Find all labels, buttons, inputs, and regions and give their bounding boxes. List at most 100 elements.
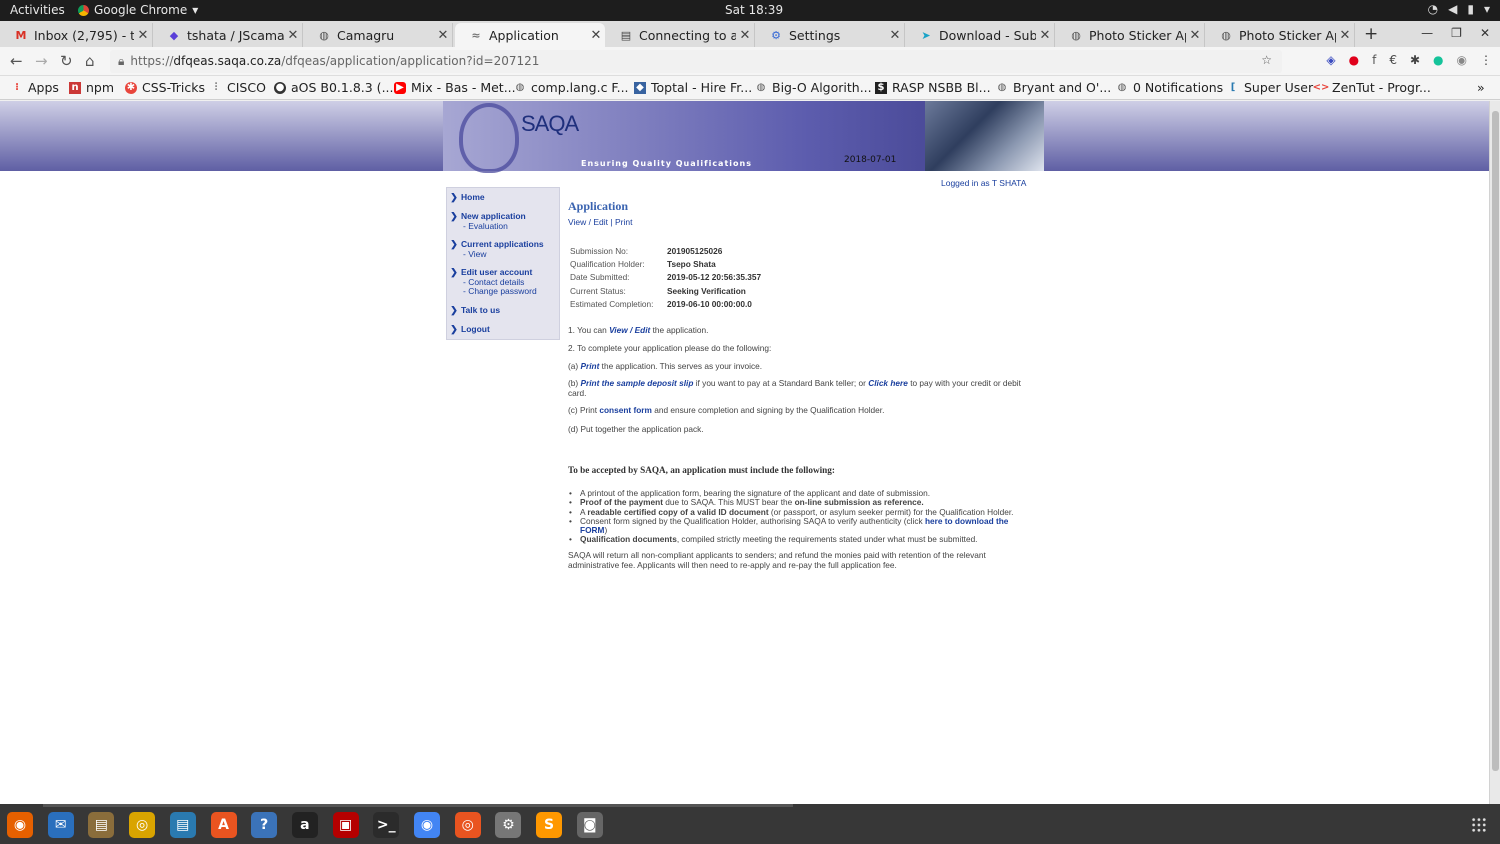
ubuntu-icon[interactable]: ◎ (454, 812, 481, 838)
bookmark-label: CISCO (227, 80, 266, 95)
tab-settings[interactable]: ⚙ Settings ✕ (755, 23, 905, 47)
show-apps-icon[interactable] (1471, 817, 1487, 833)
print-inline-link[interactable]: Print (580, 361, 599, 371)
tab-application[interactable]: ≈ Application ✕ (455, 23, 605, 47)
amazon-icon[interactable]: a (291, 812, 318, 838)
view-edit-inline-link[interactable]: View / Edit (609, 325, 650, 335)
sublime-icon[interactable]: S (536, 812, 563, 838)
avatar[interactable]: ◉ (1457, 53, 1467, 67)
close-icon[interactable]: ✕ (736, 28, 754, 43)
bookmark-cisco[interactable]: ⫶ CISCO (210, 80, 266, 95)
minimize-icon[interactable]: — (1421, 26, 1433, 40)
filezilla-icon[interactable]: ▣ (332, 812, 359, 838)
bookmark-toptal[interactable]: ◆ Toptal - Hire Fr... (634, 80, 752, 95)
camera-icon[interactable]: ◙ (576, 812, 603, 838)
tab-inbox[interactable]: M Inbox (2,795) - tsep ✕ (0, 23, 153, 47)
view-edit-link[interactable]: View / Edit (568, 217, 608, 227)
close-window-icon[interactable]: ✕ (1480, 26, 1490, 40)
bookmark-aos[interactable]: ● aOS B0.1.8.3 (... (274, 80, 393, 95)
software-icon[interactable]: A (210, 812, 237, 838)
npm-icon: n (69, 81, 81, 94)
consent-form-link[interactable]: consent form (599, 405, 652, 415)
rhythmbox-icon[interactable]: ◎ (129, 812, 156, 838)
bookmark-label: aOS B0.1.8.3 (... (291, 80, 394, 95)
close-icon[interactable]: ✕ (886, 28, 904, 43)
nav-logout[interactable]: ❯ Logout (447, 324, 490, 335)
grammarly-icon[interactable]: ● (1433, 53, 1443, 67)
bookmark-zentut[interactable]: <> ZenTut - Progr... (1313, 80, 1431, 95)
bookmark-css-tricks[interactable]: ✱ CSS-Tricks (125, 80, 205, 95)
close-icon[interactable]: ✕ (134, 28, 152, 43)
chevron-right-icon: ❯ (450, 239, 458, 249)
detail-row: Date Submitted: 2019-05-12 20:56:35.357 (570, 271, 761, 284)
files-icon[interactable]: ▤ (88, 812, 115, 838)
new-tab-button[interactable]: + (1364, 24, 1378, 44)
terminal-icon[interactable]: >_ (373, 812, 400, 838)
firefox-icon[interactable]: ◉ (7, 812, 33, 838)
close-icon[interactable]: ✕ (284, 28, 302, 43)
activities-button[interactable]: Activities (10, 3, 65, 17)
nav-sub-view[interactable]: - View (447, 249, 544, 260)
settings-icon[interactable]: ⚙ (495, 812, 522, 838)
nav-talk-to-us[interactable]: ❯ Talk to us (447, 305, 500, 316)
print-link[interactable]: Print (615, 217, 632, 227)
tab-connecting[interactable]: ▤ Connecting to a cl ✕ (605, 23, 755, 47)
bookmark-notifications[interactable]: ◍ 0 Notifications (1116, 80, 1224, 95)
pay-card-link[interactable]: Click here (868, 378, 908, 388)
nav-sub-change-password[interactable]: - Change password (447, 286, 537, 297)
nav-current-applications[interactable]: ❯ Current applications - View (447, 239, 544, 260)
bookmark-apps[interactable]: ⁝ Apps (11, 80, 59, 95)
extension-icon[interactable]: ◈ (1326, 53, 1335, 67)
nav-home[interactable]: ❯ Home (447, 192, 484, 203)
nav-new-application[interactable]: ❯ New application - Evaluation (447, 211, 526, 232)
opera-icon[interactable]: ● (1349, 53, 1359, 67)
extension-icon[interactable]: € (1389, 53, 1397, 67)
address-bar[interactable]: 🔒︎ https://dfqeas.saqa.co.za/dfqeas/appli… (110, 50, 1282, 73)
back-icon[interactable]: ← (10, 52, 23, 70)
close-icon[interactable]: ✕ (1036, 28, 1054, 43)
nav-edit-user-account[interactable]: ❯ Edit user account - Contact details - C… (447, 267, 537, 297)
nav-sub-evaluation[interactable]: - Evaluation (447, 221, 526, 232)
clock[interactable]: Sat 18:39 (725, 3, 783, 17)
tab-download-sublime[interactable]: ➤ Download - Sublim ✕ (905, 23, 1055, 47)
tab-title: tshata / JScamagru (187, 27, 284, 43)
close-icon[interactable]: ✕ (434, 28, 452, 43)
writer-icon[interactable]: ▤ (169, 812, 196, 838)
app-menu[interactable]: Google Chrome ▾ (78, 3, 198, 17)
bookmark-super-user[interactable]: [Super User (1227, 80, 1313, 95)
chrome-icon[interactable]: ◉ (414, 812, 440, 838)
bookmark-youtube[interactable]: ▶ Mix - Bas - Met... (394, 80, 516, 95)
more-bookmarks-icon[interactable]: » (1477, 80, 1485, 95)
system-tray[interactable]: ◔ ◀ ▮ ▾ (1428, 2, 1490, 16)
close-icon[interactable]: ✕ (587, 28, 605, 43)
bookmark-bryant[interactable]: ◍ Bryant and O'... (996, 80, 1112, 95)
bookmark-big-o[interactable]: ◍ Big-O Algorith... (755, 80, 872, 95)
deposit-slip-link[interactable]: Print the sample deposit slip (580, 378, 693, 388)
chrome-icon (78, 4, 89, 16)
forward-icon[interactable]: → (35, 52, 48, 70)
help-icon[interactable]: ? (251, 812, 278, 838)
tab-camagru[interactable]: ◍ Camagru ✕ (303, 23, 453, 47)
gear-icon[interactable]: ✱ (1410, 53, 1420, 67)
facebook-icon[interactable]: f (1372, 53, 1376, 67)
horizontal-scrollbar[interactable] (43, 804, 793, 807)
page-scrollbar[interactable] (1489, 101, 1500, 804)
bookmark-npm[interactable]: n npm (69, 80, 114, 95)
text: Consent form signed by the Qualification… (580, 515, 923, 526)
home-icon[interactable]: ⌂ (85, 52, 95, 70)
maximize-icon[interactable]: ❐ (1451, 26, 1462, 40)
star-icon[interactable]: ☆ (1261, 53, 1272, 67)
reload-icon[interactable]: ↻ (60, 52, 73, 70)
menu-icon[interactable]: ⋮ (1480, 53, 1492, 67)
bookmark-rasp[interactable]: $ RASP NSBB Bl... (875, 80, 991, 95)
bookmark-comp-lang-c[interactable]: ◍ comp.lang.c F... (514, 80, 629, 95)
toolbar: ← → ↻ ⌂ 🔒︎ https://dfqeas.saqa.co.za/dfqe… (0, 47, 1500, 76)
close-icon[interactable]: ✕ (1336, 28, 1354, 43)
tab-jscamagru[interactable]: ◆ tshata / JScamagru ✕ (153, 23, 303, 47)
close-icon[interactable]: ✕ (1186, 28, 1204, 43)
tab-photo-sticker-2[interactable]: ◍ Photo Sticker App ✕ (1205, 23, 1355, 47)
tab-photo-sticker-1[interactable]: ◍ Photo Sticker App ✕ (1055, 23, 1205, 47)
scrollbar-thumb[interactable] (1492, 111, 1499, 771)
rasp-icon: $ (875, 81, 887, 94)
thunderbird-icon[interactable]: ✉ (47, 812, 74, 838)
